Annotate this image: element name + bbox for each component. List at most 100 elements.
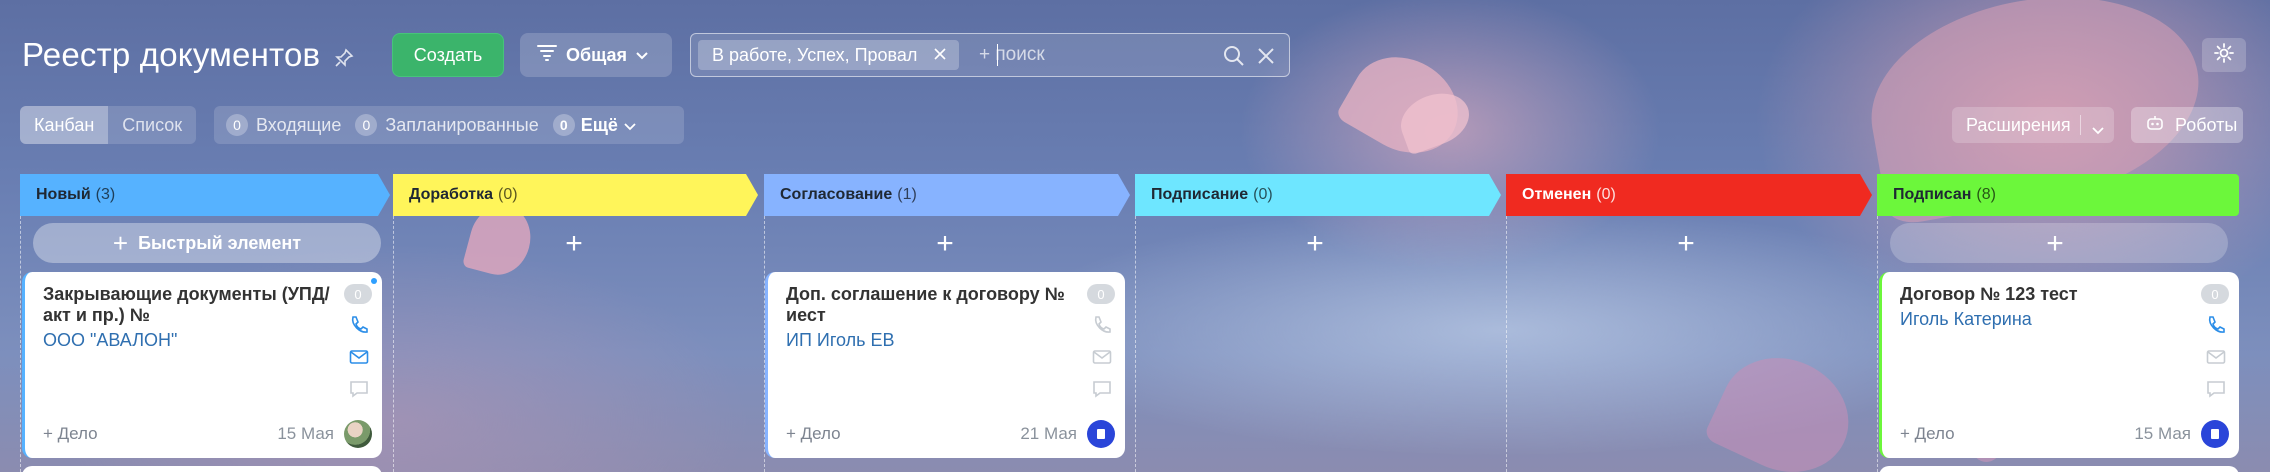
chat-icon[interactable] [2205, 378, 2227, 400]
tab-list[interactable]: Список [108, 106, 196, 144]
extensions-button[interactable]: Расширения [1952, 107, 2114, 143]
card-date: 21 Мая [1020, 424, 1077, 443]
counter-label: Запланированные [385, 114, 539, 135]
create-button[interactable]: Создать [392, 33, 504, 77]
card-title[interactable]: Закрывающие документы (УПД/акт и пр.) № [43, 284, 333, 326]
filter-chip[interactable]: В работе, Успех, Провал [698, 40, 960, 70]
column-count: (0) [498, 186, 518, 203]
card-title[interactable]: Договор № 123 тест [1900, 284, 2190, 305]
counter-badge: 0 [355, 114, 378, 136]
tab-kanban[interactable]: Канбан [20, 106, 109, 144]
close-icon[interactable] [933, 45, 947, 66]
divider [2080, 115, 2081, 135]
avatar[interactable] [1087, 420, 1115, 448]
gear-icon [2213, 42, 2235, 69]
page-title: Реестр документов [22, 36, 321, 73]
column-count: (1) [897, 186, 917, 203]
kanban-card[interactable]: Закрывающие документы (УПД/акт и пр.) № … [22, 272, 382, 458]
search-input[interactable]: + поиск [979, 44, 1045, 66]
card-client[interactable]: ООО "АВАЛОН" [43, 330, 177, 351]
card-date: 15 Мая [277, 424, 334, 443]
add-item-button[interactable]: + [1671, 229, 1701, 259]
column-header-revision[interactable]: Доработка (0) [393, 174, 758, 216]
counter-label: Входящие [256, 114, 342, 135]
unread-dot [371, 278, 377, 284]
pin-icon[interactable] [334, 48, 354, 68]
column-header-signed[interactable]: Подписан (8) [1877, 174, 2239, 216]
column-count: (8) [1976, 186, 1996, 203]
comment-count-badge: 0 [2201, 284, 2229, 304]
column-header-approval[interactable]: Согласование (1) [764, 174, 1130, 216]
column-divider [1877, 216, 1878, 472]
avatar[interactable] [2201, 420, 2229, 448]
column-divider [1135, 216, 1136, 472]
chevron-down-icon [635, 45, 649, 66]
card-title[interactable]: Доп. соглашение к договору № иест [786, 284, 1076, 326]
counter-incoming[interactable]: 0 Входящие [226, 114, 341, 136]
chat-icon[interactable] [348, 378, 370, 400]
add-item-button[interactable]: + [2040, 229, 2070, 259]
column-header-cancelled[interactable]: Отменен (0) [1506, 174, 1872, 216]
column-count: (0) [1596, 186, 1616, 203]
kanban-card[interactable] [22, 466, 382, 472]
kanban-card[interactable]: Договор № 123 тест Иголь Катерина 0 + Де… [1879, 272, 2239, 458]
settings-button[interactable] [2202, 38, 2246, 72]
counter-badge: 0 [552, 114, 575, 136]
add-item-button[interactable]: + [559, 229, 589, 259]
add-deal-link[interactable]: + Дело [1900, 424, 1955, 444]
card-date: 15 Мая [2134, 424, 2191, 443]
column-title: Новый [36, 186, 91, 203]
filter-icon [536, 43, 558, 68]
counter-badge: 0 [226, 114, 248, 136]
column-divider [1506, 216, 1507, 472]
counter-bar: 0 Входящие 0 Запланированные 0 Ещё [214, 106, 684, 144]
column-title: Подписан [1893, 186, 1972, 203]
search-icon[interactable] [1222, 44, 1246, 68]
column-header-signing[interactable]: Подписание (0) [1135, 174, 1501, 216]
counter-more[interactable]: 0 Ещё [552, 114, 636, 136]
card-client[interactable]: Иголь Катерина [1900, 309, 2032, 330]
column-header-new[interactable]: Новый (3) [20, 174, 390, 216]
chevron-down-icon [624, 115, 636, 136]
add-item-button[interactable]: + [1300, 229, 1330, 259]
comment-count-badge: 0 [344, 284, 372, 304]
kanban-card[interactable] [1879, 466, 2239, 472]
phone-icon[interactable] [348, 314, 370, 336]
chevron-down-icon[interactable] [2092, 119, 2104, 140]
background-petal [1702, 337, 1868, 472]
general-filter-button[interactable]: Общая [520, 33, 672, 77]
quick-add-button[interactable]: + Быстрый элемент [33, 223, 381, 263]
text-cursor [997, 44, 998, 66]
add-item-button[interactable]: + [930, 229, 960, 259]
mail-icon[interactable] [1091, 346, 1113, 368]
column-count: (3) [95, 186, 116, 203]
mail-icon[interactable] [2205, 346, 2227, 368]
phone-icon[interactable] [2205, 314, 2227, 336]
plus-icon: + [112, 227, 129, 258]
column-title: Согласование [780, 186, 893, 203]
mail-icon[interactable] [348, 346, 370, 368]
extensions-label: Расширения [1966, 114, 2071, 135]
robots-label: Роботы [2175, 114, 2238, 135]
chat-icon[interactable] [1091, 378, 1113, 400]
card-client[interactable]: ИП Иголь ЕВ [786, 330, 895, 351]
filter-chip-label: В работе, Успех, Провал [712, 44, 918, 65]
column-count: (0) [1253, 186, 1273, 203]
robots-button[interactable]: Роботы [2131, 107, 2243, 143]
phone-icon[interactable] [1091, 314, 1113, 336]
column-divider [393, 216, 394, 472]
column-divider [20, 216, 21, 472]
column-title: Доработка [409, 186, 494, 203]
comment-count-badge: 0 [1087, 284, 1115, 304]
clear-search-icon[interactable] [1255, 45, 1277, 67]
kanban-card[interactable]: Доп. соглашение к договору № иест ИП Иго… [765, 272, 1125, 458]
robot-icon [2145, 114, 2165, 137]
search-bar[interactable]: В работе, Успех, Провал + поиск [690, 33, 1290, 77]
counter-label: Ещё [580, 114, 618, 135]
add-deal-link[interactable]: + Дело [43, 424, 98, 444]
column-title: Отменен [1522, 186, 1592, 203]
counter-planned[interactable]: 0 Запланированные [355, 114, 539, 136]
add-deal-link[interactable]: + Дело [786, 424, 841, 444]
avatar[interactable] [344, 420, 372, 448]
general-filter-label: Общая [566, 44, 628, 65]
